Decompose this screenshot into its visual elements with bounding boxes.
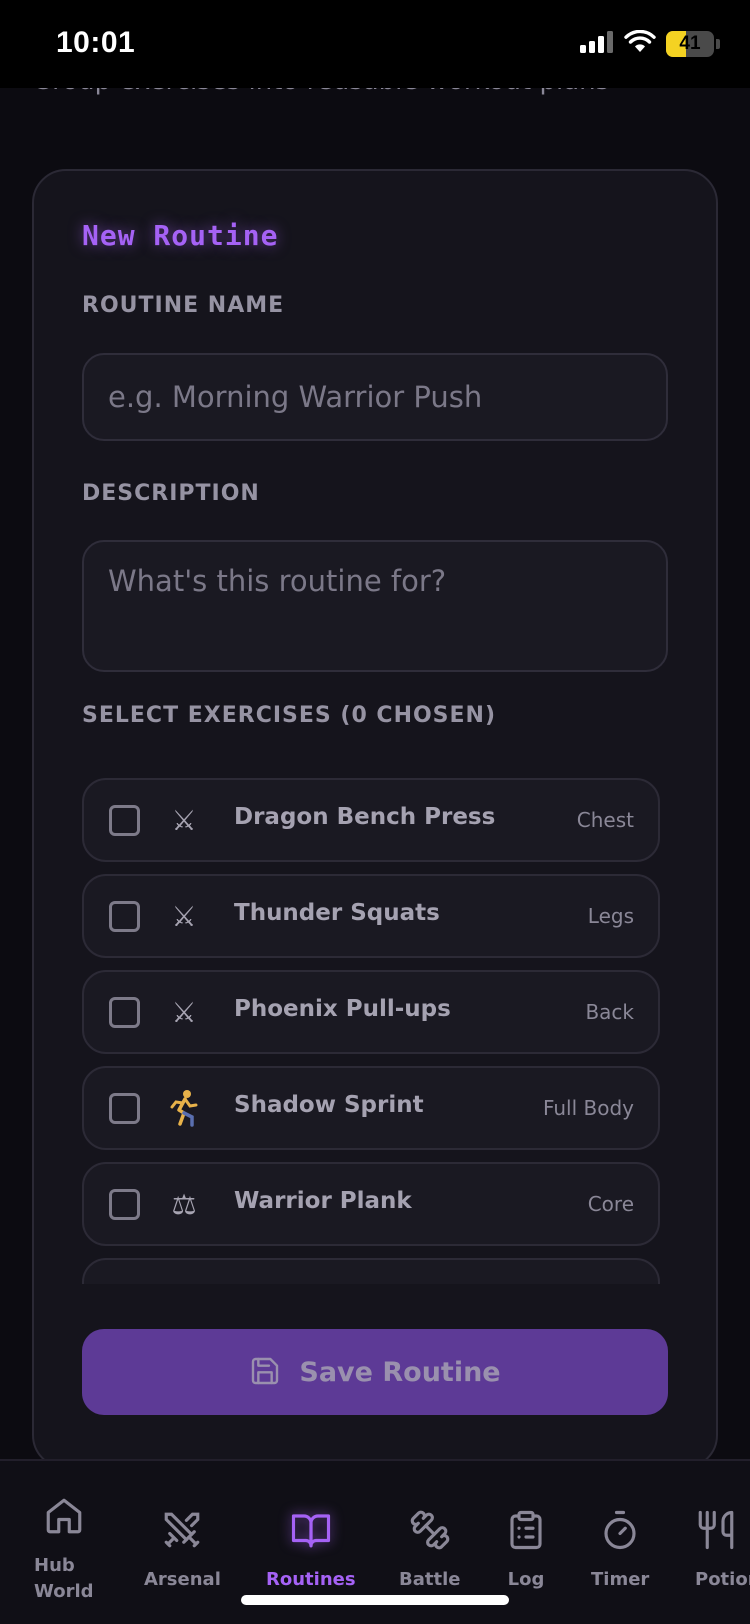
dumbbell-icon (409, 1509, 451, 1555)
routine-name-label: ROUTINE NAME (82, 293, 285, 318)
exercise-checkbox[interactable] (109, 901, 140, 932)
nav-label: Potion (695, 1569, 750, 1590)
routine-name-input[interactable] (82, 353, 668, 441)
scales-icon: ⚖ (171, 1187, 197, 1221)
nav-battle[interactable]: Battle (399, 1509, 460, 1593)
crossed-swords-icon: ⚔ (171, 899, 197, 933)
exercise-row[interactable]: ⚔ Phoenix Pull-ups Back (82, 970, 660, 1054)
exercise-name: Dragon Bench Press (234, 804, 496, 830)
home-indicator (241, 1595, 509, 1605)
clipboard-icon (505, 1509, 547, 1555)
exercise-category: Back (585, 1000, 634, 1024)
exercise-checkbox[interactable] (109, 805, 140, 836)
exercise-category: Legs (587, 904, 634, 928)
exercise-row[interactable]: ⚔ Thunder Squats Legs (82, 874, 660, 958)
exercise-checkbox[interactable] (109, 1093, 140, 1124)
nav-label: Arsenal (144, 1569, 221, 1590)
nav-arsenal[interactable]: Arsenal (144, 1509, 221, 1593)
card-title: New Routine (82, 219, 279, 252)
description-input[interactable] (82, 540, 668, 672)
status-icons: 41 (580, 29, 720, 58)
battery-cap (716, 39, 720, 49)
status-bar: 10:01 41 (0, 0, 750, 88)
exercise-name: Warrior Plank (234, 1188, 412, 1214)
new-routine-card: New Routine ROUTINE NAME DESCRIPTION SEL… (32, 169, 718, 1469)
exercise-row[interactable]: Shadow Sprint Full Body (82, 1066, 660, 1150)
exercise-row[interactable]: ⚔ (82, 1258, 660, 1284)
status-time: 10:01 (56, 26, 136, 59)
exercise-name: Phoenix Pull-ups (234, 996, 451, 1022)
exercise-name: Thunder Squats (234, 900, 440, 926)
signal-icon (580, 31, 614, 57)
exercise-row[interactable]: ⚖ Warrior Plank Core (82, 1162, 660, 1246)
nav-label: Routines (266, 1569, 356, 1590)
select-exercises-label: SELECT EXERCISES (0 CHOSEN) (82, 703, 497, 728)
wifi-icon (624, 29, 656, 58)
nav-label: Hub World (34, 1555, 94, 1602)
crossed-swords-icon: ⚔ (164, 1278, 204, 1285)
home-icon (43, 1495, 85, 1541)
exercise-category: Core (587, 1192, 634, 1216)
battery-level: 41 (679, 33, 701, 54)
crossed-swords-icon: ⚔ (171, 803, 197, 837)
save-icon (249, 1355, 281, 1390)
swords-icon (161, 1509, 203, 1555)
book-open-icon (290, 1509, 332, 1555)
battery-icon: 41 (666, 31, 714, 57)
nav-label: Log (507, 1569, 545, 1590)
nav-hub-world[interactable]: Hub World (34, 1495, 94, 1605)
exercise-category: Full Body (542, 1096, 634, 1120)
nav-routines[interactable]: Routines (266, 1509, 356, 1593)
save-routine-button[interactable]: Save Routine (82, 1329, 668, 1415)
nav-timer[interactable]: Timer (591, 1509, 649, 1593)
exercise-checkbox[interactable] (109, 997, 140, 1028)
crossed-swords-icon: ⚔ (171, 995, 197, 1029)
nav-label: Battle (399, 1569, 461, 1590)
save-routine-label: Save Routine (299, 1356, 501, 1388)
exercise-list[interactable]: ⚔ Dragon Bench Press Chest ⚔ Thunder Squ… (82, 778, 662, 1284)
exercise-category: Chest (576, 808, 634, 832)
exercise-row[interactable]: ⚔ Dragon Bench Press Chest (82, 778, 660, 862)
nav-potion[interactable]: Potion (695, 1509, 750, 1593)
utensils-icon (695, 1509, 737, 1555)
exercise-name: Shadow Sprint (234, 1092, 424, 1118)
runner-icon (164, 1086, 204, 1130)
nav-log[interactable]: Log (505, 1509, 547, 1593)
timer-icon (599, 1509, 641, 1555)
nav-label: Timer (591, 1569, 650, 1590)
description-label: DESCRIPTION (82, 481, 260, 506)
exercise-checkbox[interactable] (109, 1189, 140, 1220)
